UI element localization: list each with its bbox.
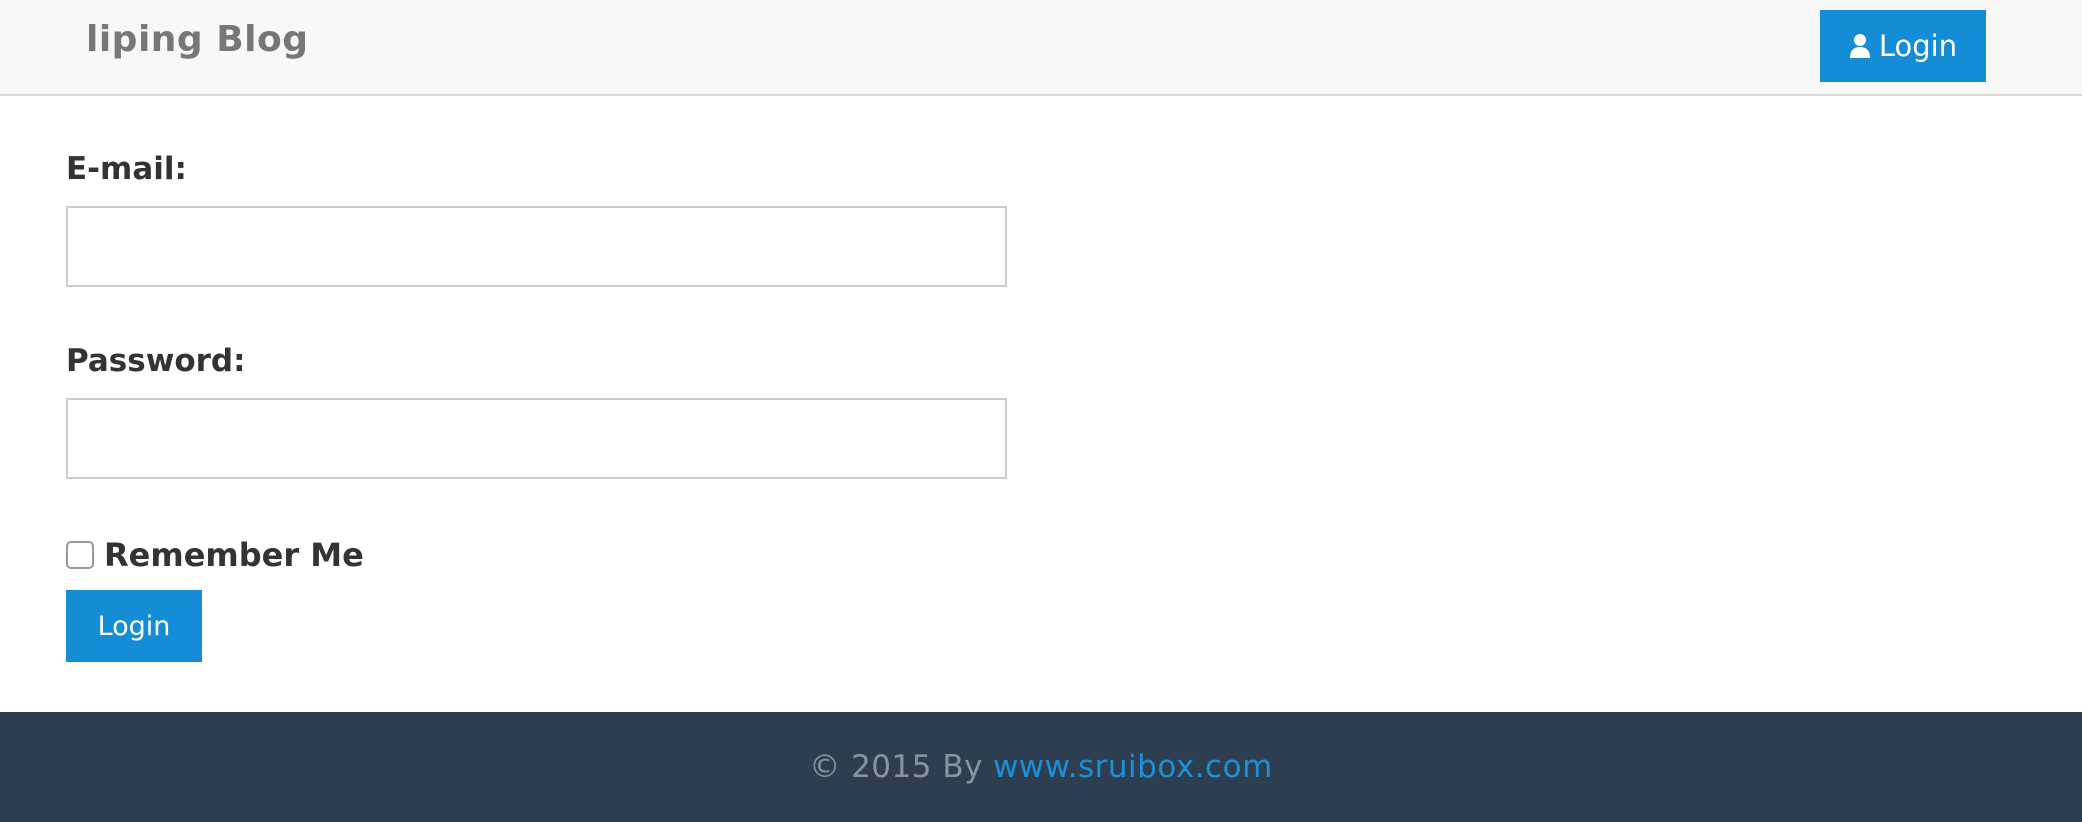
email-label: E-mail:: [66, 151, 187, 187]
brand-link[interactable]: liping Blog: [86, 19, 309, 60]
footer-copyright: © 2015 By: [809, 749, 983, 785]
password-label: Password:: [66, 343, 246, 379]
remember-me-row: Remember Me: [66, 536, 364, 574]
nav-login-label: Login: [1878, 29, 1958, 63]
password-field[interactable]: [66, 398, 1007, 479]
footer: © 2015 By www.sruibox.com: [0, 712, 2082, 822]
email-field[interactable]: [66, 206, 1007, 287]
login-submit-button[interactable]: Login: [66, 590, 202, 662]
footer-link[interactable]: www.sruibox.com: [993, 749, 1273, 785]
nav-login-button[interactable]: Login: [1820, 10, 1986, 82]
navbar: liping Blog Login: [0, 0, 2082, 96]
remember-me-checkbox[interactable]: [66, 541, 94, 569]
remember-me-label[interactable]: Remember Me: [104, 536, 364, 574]
user-icon: [1849, 33, 1871, 59]
